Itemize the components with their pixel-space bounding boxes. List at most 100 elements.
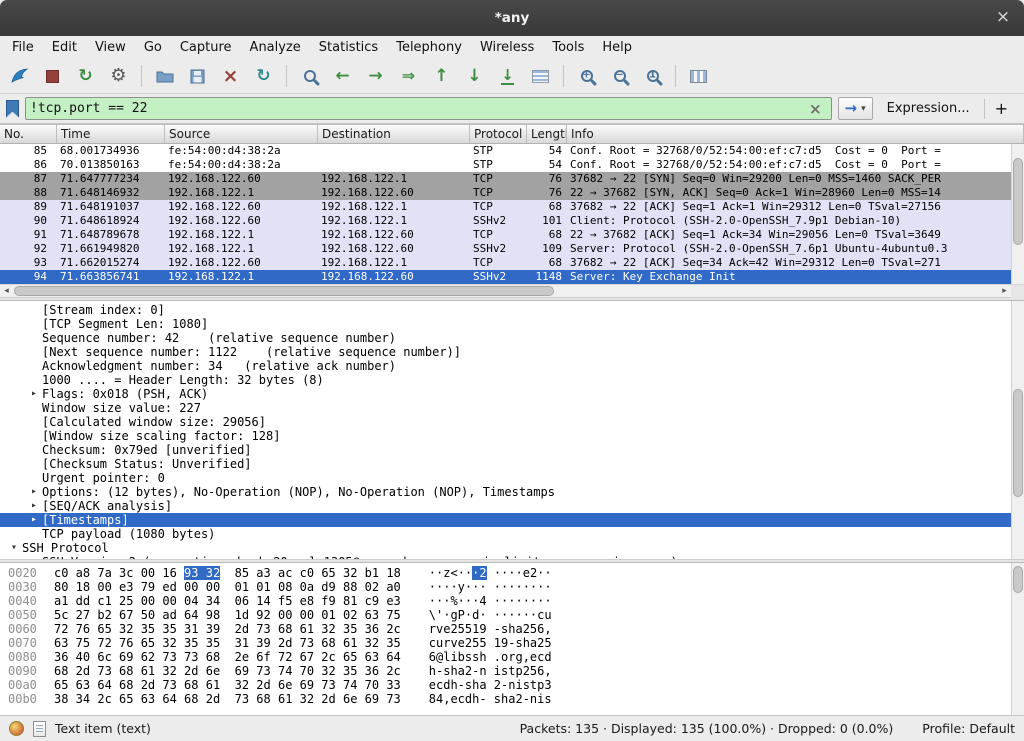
chevron-down-icon[interactable]: ▾	[861, 104, 866, 114]
bookmark-icon[interactable]	[6, 100, 19, 118]
detail-line[interactable]: Urgent pointer: 0	[0, 471, 1024, 485]
expand-arrow-icon[interactable]	[26, 373, 42, 387]
hex-row[interactable]: 003080 18 00 e3 79 ed 00 00 01 01 08 0a …	[0, 580, 1024, 594]
packet-row[interactable]: 9071.648618924192.168.122.60192.168.122.…	[0, 214, 1024, 228]
expand-arrow-icon[interactable]	[26, 415, 42, 429]
packet-row[interactable]: 8971.648191037192.168.122.60192.168.122.…	[0, 200, 1024, 214]
packet-row[interactable]: 8568.001734936fe:54:00:d4:38:2aSTP54Conf…	[0, 144, 1024, 158]
column-info[interactable]: Info	[567, 125, 1024, 143]
apply-filter-button[interactable]: → ▾	[838, 97, 873, 120]
zoom-original-button[interactable]: 1	[637, 62, 668, 90]
packet-row[interactable]: 9171.648789678192.168.122.1192.168.122.6…	[0, 228, 1024, 242]
expand-arrow-icon[interactable]	[26, 443, 42, 457]
packet-row-selected[interactable]: 9471.663856741192.168.122.1192.168.122.6…	[0, 270, 1024, 284]
hex-row[interactable]: 009068 2d 73 68 61 32 2d 6e 69 73 74 70 …	[0, 664, 1024, 678]
detail-line[interactable]: Acknowledgment number: 34 (relative ack …	[0, 359, 1024, 373]
display-filter-input[interactable]	[30, 101, 804, 116]
hex-bytes[interactable]: 68 2d 73 68 61 32 2d 6e 69 73 74 70 32 3…	[54, 664, 401, 678]
hex-ascii[interactable]: curve255 19-sha25	[429, 636, 552, 650]
detail-line[interactable]: ▾SSH Protocol	[0, 541, 1024, 555]
details-scrollbar-thumb[interactable]	[1013, 389, 1023, 497]
column-destination[interactable]: Destination	[318, 125, 470, 143]
hex-row[interactable]: 0040a1 dd c1 25 00 00 04 34 06 14 f5 e8 …	[0, 594, 1024, 608]
detail-line[interactable]: SSH Version 2 (encryption:chacha20-poly1…	[0, 555, 1024, 559]
hex-bytes[interactable]: 38 34 2c 65 63 64 68 2d 73 68 61 32 2d 6…	[54, 692, 401, 706]
menu-edit[interactable]: Edit	[43, 38, 86, 57]
profile-label[interactable]: Profile: Default	[922, 721, 1015, 736]
bytes-scrollbar-thumb[interactable]	[1013, 566, 1023, 593]
menu-go[interactable]: Go	[135, 38, 171, 57]
expand-arrow-icon[interactable]: ▾	[6, 541, 22, 555]
hex-bytes[interactable]: 5c 27 b2 67 50 ad 64 98 1d 92 00 00 01 0…	[54, 608, 401, 622]
hex-ascii[interactable]: ecdh-sha 2-nistp3	[429, 678, 552, 692]
menu-file[interactable]: File	[3, 38, 43, 57]
detail-line[interactable]: [Calculated window size: 29056]	[0, 415, 1024, 429]
expand-arrow-icon[interactable]	[26, 345, 42, 359]
menu-analyze[interactable]: Analyze	[241, 38, 310, 57]
hex-row[interactable]: 0020c0 a8 7a 3c 00 16 93 32 85 a3 ac c0 …	[0, 566, 1024, 580]
clear-filter-icon[interactable]: ×	[804, 100, 827, 118]
hex-row[interactable]: 00b038 34 2c 65 63 64 68 2d 73 68 61 32 …	[0, 692, 1024, 706]
hex-ascii[interactable]: rve25519 -sha256,	[429, 622, 552, 636]
hex-ascii[interactable]: 84,ecdh- sha2-nis	[429, 692, 552, 706]
add-filter-button[interactable]: +	[984, 99, 1018, 119]
menu-help[interactable]: Help	[593, 38, 641, 57]
start-capture-button[interactable]	[4, 62, 35, 90]
packet-list-scrollbar[interactable]	[1011, 144, 1024, 284]
detail-line[interactable]: Checksum: 0x79ed [unverified]	[0, 443, 1024, 457]
expand-arrow-icon[interactable]	[26, 331, 42, 345]
expand-arrow-icon[interactable]: ▸	[26, 485, 42, 499]
hex-bytes[interactable]: 65 63 64 68 2d 73 68 61 32 2d 6e 69 73 7…	[54, 678, 401, 692]
menu-telephony[interactable]: Telephony	[387, 38, 471, 57]
detail-line[interactable]: Window size value: 227	[0, 401, 1024, 415]
scroll-left-icon[interactable]: ◂	[0, 285, 13, 298]
detail-line[interactable]: ▸[SEQ/ACK analysis]	[0, 499, 1024, 513]
horizontal-scrollbar[interactable]: ◂ ▸	[0, 284, 1024, 297]
expand-arrow-icon[interactable]	[26, 359, 42, 373]
detail-line[interactable]: 1000 .... = Header Length: 32 bytes (8)	[0, 373, 1024, 387]
expand-arrow-icon[interactable]: ▸	[26, 499, 42, 513]
hex-bytes[interactable]: a1 dd c1 25 00 00 04 34 06 14 f5 e8 f9 8…	[54, 594, 401, 608]
menu-statistics[interactable]: Statistics	[310, 38, 387, 57]
open-file-button[interactable]	[149, 62, 180, 90]
reload-button[interactable]: ↻	[248, 62, 279, 90]
hex-bytes[interactable]: 36 40 6c 69 62 73 73 68 2e 6f 72 67 2c 6…	[54, 650, 401, 664]
expression-button[interactable]: Expression...	[879, 101, 978, 116]
hex-row[interactable]: 007063 75 72 76 65 32 35 35 31 39 2d 73 …	[0, 636, 1024, 650]
expand-arrow-icon[interactable]	[26, 401, 42, 415]
detail-line[interactable]: [Next sequence number: 1122 (relative se…	[0, 345, 1024, 359]
expand-arrow-icon[interactable]: ▸	[26, 387, 42, 401]
expert-info-icon[interactable]	[9, 721, 24, 736]
detail-line-selected[interactable]: ▸[Timestamps]	[0, 513, 1024, 527]
packet-row[interactable]: 9371.662015274192.168.122.60192.168.122.…	[0, 256, 1024, 270]
go-forward-button[interactable]: →	[360, 62, 391, 90]
packet-list-scrollbar-thumb[interactable]	[1013, 158, 1023, 245]
menu-wireless[interactable]: Wireless	[471, 38, 543, 57]
details-scrollbar[interactable]	[1011, 301, 1024, 559]
detail-line[interactable]: TCP payload (1080 bytes)	[0, 527, 1024, 541]
bytes-scrollbar[interactable]	[1011, 563, 1024, 715]
packet-row[interactable]: 8771.647777234192.168.122.60192.168.122.…	[0, 172, 1024, 186]
expand-arrow-icon[interactable]	[26, 429, 42, 443]
colorize-button[interactable]	[525, 62, 556, 90]
packet-row[interactable]: 8871.648146932192.168.122.1192.168.122.6…	[0, 186, 1024, 200]
column-length[interactable]: Length	[527, 125, 567, 143]
detail-line[interactable]: [Checksum Status: Unverified]	[0, 457, 1024, 471]
hex-bytes[interactable]: c0 a8 7a 3c 00 16 93 32 85 a3 ac c0 65 3…	[54, 566, 401, 580]
horizontal-scrollbar-thumb[interactable]	[14, 286, 554, 296]
hex-ascii[interactable]: ··z<···2 ····e2··	[429, 566, 552, 580]
go-to-packet-button[interactable]: ⇒	[393, 62, 424, 90]
go-first-button[interactable]: ↑	[426, 62, 457, 90]
column-source[interactable]: Source	[165, 125, 318, 143]
auto-scroll-button[interactable]: ↓	[492, 62, 523, 90]
scroll-right-icon[interactable]: ▸	[998, 285, 1011, 298]
hex-ascii[interactable]: h-sha2-n istp256,	[429, 664, 552, 678]
close-icon[interactable]: ×	[994, 9, 1012, 27]
capture-comment-icon[interactable]	[33, 721, 46, 737]
go-back-button[interactable]: ←	[327, 62, 358, 90]
hex-row[interactable]: 00505c 27 b2 67 50 ad 64 98 1d 92 00 00 …	[0, 608, 1024, 622]
menu-capture[interactable]: Capture	[171, 38, 241, 57]
go-last-button[interactable]: ↓	[459, 62, 490, 90]
hex-ascii[interactable]: ···%···4 ········	[429, 594, 552, 608]
hex-ascii[interactable]: ····y··· ········	[429, 580, 552, 594]
